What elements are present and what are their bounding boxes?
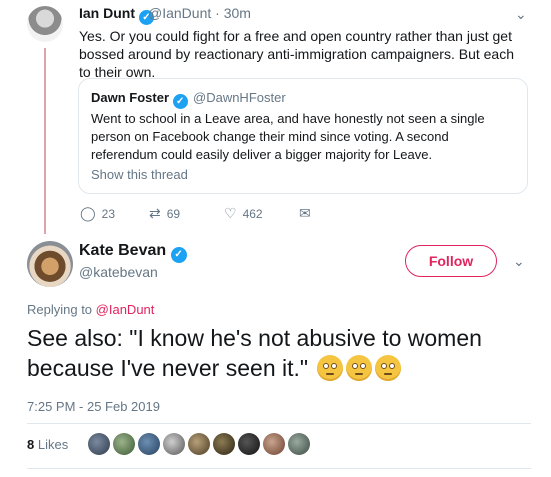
tweet2-author[interactable]: Kate Bevan ✓ — [79, 242, 187, 263]
liker-avatar[interactable] — [238, 433, 260, 455]
liker-avatar[interactable] — [213, 433, 235, 455]
verified-check-icon: ✓ — [170, 247, 187, 263]
kate-bevan-avatar[interactable] — [27, 241, 73, 287]
reply-icon[interactable]: ◯ — [80, 205, 96, 222]
tweet1-text: Yes. Or you could fight for a free and o… — [79, 28, 515, 80]
liker-avatar[interactable] — [138, 433, 160, 455]
face-with-rolling-eyes-icon — [346, 355, 373, 381]
replying-to-line: Replying to @IanDunt — [27, 302, 154, 317]
liker-avatar[interactable] — [88, 433, 110, 455]
tweet2-timestamp[interactable]: 7:25 PM - 25 Feb 2019 — [27, 399, 160, 414]
quoted-tweet-text: Went to school in a Leave area, and have… — [91, 111, 485, 162]
retweet-action[interactable]: ⇄ 69 — [149, 205, 180, 222]
tweet2-author-name[interactable]: Kate Bevan — [79, 242, 166, 259]
divider — [27, 468, 531, 469]
liker-avatar[interactable] — [263, 433, 285, 455]
chevron-down-icon[interactable]: ⌄ — [515, 6, 527, 23]
quoted-author[interactable]: Dawn Foster ✓ — [91, 90, 188, 109]
divider — [27, 423, 531, 424]
liker-avatars — [88, 433, 310, 455]
reply-count: 23 — [101, 206, 116, 221]
reply-action[interactable]: ◯ 23 — [80, 205, 115, 222]
face-with-rolling-eyes-icon — [317, 355, 344, 381]
like-count: 462 — [242, 206, 263, 221]
thread-connector-line — [44, 48, 46, 234]
retweet-icon[interactable]: ⇄ — [149, 205, 161, 222]
liker-avatar[interactable] — [188, 433, 210, 455]
liker-avatar[interactable] — [113, 433, 135, 455]
likes-label: Likes — [34, 437, 69, 452]
heart-icon[interactable]: ♡ — [224, 205, 237, 222]
show-thread-link[interactable]: Show this thread — [91, 167, 188, 182]
quoted-author-handle[interactable]: @DawnHFoster — [193, 90, 286, 105]
tweet2-handle[interactable]: @katebevan — [79, 264, 158, 280]
replying-to-prefix: Replying to — [27, 302, 96, 317]
replying-to-mention[interactable]: @IanDunt — [96, 302, 155, 317]
follow-button[interactable]: Follow — [405, 245, 497, 277]
retweet-count: 69 — [166, 206, 181, 221]
tweet2-text: See also: "I know he's not abusive to wo… — [27, 325, 482, 381]
tweet2-text-block: See also: "I know he's not abusive to wo… — [27, 323, 537, 383]
envelope-icon[interactable]: ✉ — [299, 205, 311, 222]
tweet1-author[interactable]: Ian Dunt ✓ — [79, 5, 154, 25]
tweet1-handle-time[interactable]: @IanDunt · 30m — [148, 5, 251, 21]
like-action[interactable]: ♡ 462 — [224, 205, 263, 222]
face-with-rolling-eyes-icon — [375, 355, 402, 381]
ian-dunt-avatar[interactable] — [27, 6, 63, 42]
liker-avatar[interactable] — [163, 433, 185, 455]
tweet1-author-name[interactable]: Ian Dunt — [79, 5, 135, 21]
chevron-down-icon[interactable]: ⌄ — [513, 253, 525, 270]
message-action[interactable]: ✉ — [299, 205, 311, 222]
liker-avatar[interactable] — [288, 433, 310, 455]
quoted-author-name[interactable]: Dawn Foster — [91, 90, 169, 105]
likes-summary[interactable]: 8 Likes — [27, 437, 68, 452]
verified-check-icon: ✓ — [172, 94, 188, 109]
